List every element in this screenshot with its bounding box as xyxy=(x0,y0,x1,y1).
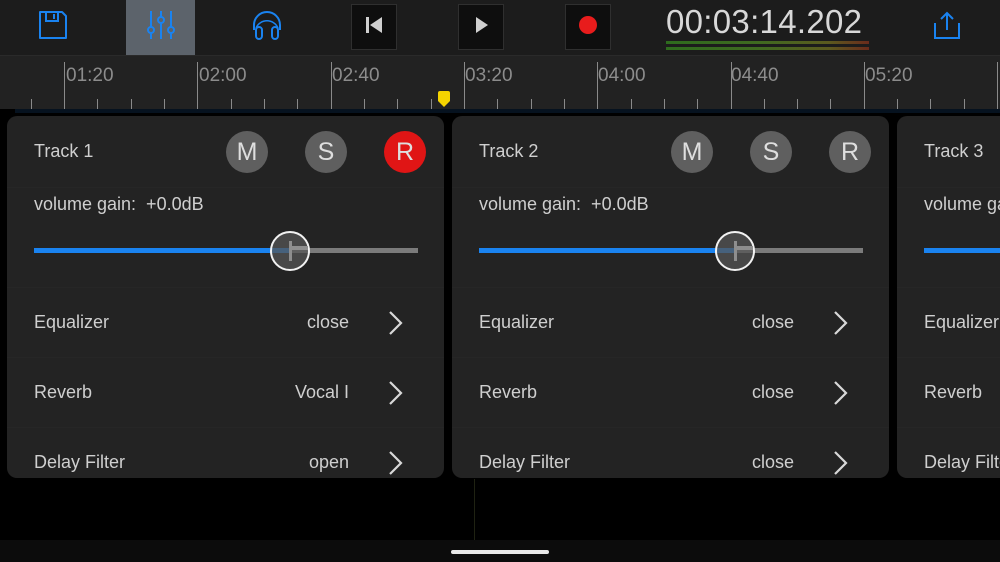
track-header: Track 2 M S R xyxy=(452,116,889,188)
effect-name: Reverb xyxy=(924,382,983,402)
slider-knob[interactable] xyxy=(270,231,311,271)
effect-row-delay-filter[interactable]: Delay Filter open xyxy=(7,428,444,478)
timeline-ruler[interactable]: 01:20 02:00 02:40 03:20 04:00 04:40 05:2… xyxy=(0,55,1000,110)
level-meter-right xyxy=(666,47,869,50)
record-arm-button[interactable]: R xyxy=(384,131,426,173)
ruler-label: 03:20 xyxy=(465,65,513,86)
skip-to-start-button[interactable] xyxy=(351,4,397,50)
effect-value: close xyxy=(751,452,794,472)
chevron-right-icon xyxy=(385,450,407,476)
effect-value: open xyxy=(308,452,349,472)
ruler-major-tick xyxy=(464,62,465,110)
headphones-button[interactable] xyxy=(238,0,296,55)
effect-value: Vocal I xyxy=(294,382,349,402)
volume-gain-section: volume gain xyxy=(897,188,1000,288)
play-icon xyxy=(471,15,491,40)
slider-fill xyxy=(34,248,291,253)
sliders-icon xyxy=(145,9,177,46)
effect-row-equalizer[interactable]: Equalizer close xyxy=(452,288,889,358)
track-panel: Track 2 M S R volume gain: +0.0dB Equali… xyxy=(452,116,889,478)
volume-gain-slider[interactable] xyxy=(34,231,418,271)
slider-fill xyxy=(479,248,736,253)
share-button[interactable] xyxy=(920,0,974,55)
effect-row-equalizer[interactable]: Equalizer close xyxy=(7,288,444,358)
floppy-disk-icon xyxy=(37,9,69,46)
record-icon xyxy=(578,15,598,40)
solo-button[interactable]: S xyxy=(750,131,792,173)
chevron-right-icon xyxy=(830,310,852,336)
ruler-major-tick xyxy=(597,62,598,110)
effect-row-reverb[interactable]: Reverb xyxy=(897,358,1000,428)
effect-name: Delay Filter xyxy=(479,452,571,472)
effect-name: Reverb xyxy=(479,382,538,402)
skip-back-icon xyxy=(364,15,384,40)
track-divider xyxy=(474,479,475,540)
level-meter-left xyxy=(666,41,869,44)
effect-row-reverb[interactable]: Reverb Vocal I xyxy=(7,358,444,428)
effect-name: Delay Filter xyxy=(924,452,1000,472)
volume-gain-label: volume gain: +0.0dB xyxy=(479,194,649,214)
save-button[interactable] xyxy=(25,0,81,55)
home-indicator[interactable] xyxy=(451,550,549,554)
headphones-icon xyxy=(250,8,284,47)
ruler-major-tick xyxy=(197,62,198,110)
effect-row-equalizer[interactable]: Equalizer xyxy=(897,288,1000,358)
track-header: Track 1 M S R xyxy=(7,116,444,188)
volume-gain-label: volume gain: +0.0dB xyxy=(34,194,204,214)
track-header: Track 3 xyxy=(897,116,1000,188)
mute-button[interactable]: M xyxy=(226,131,268,173)
effect-row-delay-filter[interactable]: Delay Filter close xyxy=(452,428,889,478)
ruler-major-tick xyxy=(331,62,332,110)
volume-gain-slider[interactable] xyxy=(479,231,863,271)
record-arm-button[interactable]: R xyxy=(829,131,871,173)
mixer-button[interactable] xyxy=(126,0,195,55)
chevron-right-icon xyxy=(830,380,852,406)
top-toolbar: 00:03:14.202 xyxy=(0,0,1000,55)
effect-row-reverb[interactable]: Reverb close xyxy=(452,358,889,428)
share-upload-icon xyxy=(932,10,962,45)
effect-name: Reverb xyxy=(34,382,93,402)
ruler-major-tick xyxy=(731,62,732,110)
effect-value: close xyxy=(751,312,794,332)
play-button[interactable] xyxy=(458,4,504,50)
ruler-major-tick xyxy=(997,62,998,110)
chevron-right-icon xyxy=(385,380,407,406)
effect-value: close xyxy=(751,382,794,402)
effect-name: Delay Filter xyxy=(34,452,126,472)
volume-gain-section: volume gain: +0.0dB xyxy=(7,188,444,288)
volume-gain-slider[interactable] xyxy=(924,236,1000,266)
volume-gain-section: volume gain: +0.0dB xyxy=(452,188,889,288)
ruler-label: 02:40 xyxy=(332,65,380,86)
volume-gain-label: volume gain xyxy=(924,194,1000,214)
ruler-label: 02:00 xyxy=(199,65,247,86)
timecode-display: 00:03:14.202 xyxy=(666,3,863,40)
track-panel: Track 1 M S R volume gain: +0.0dB Equali… xyxy=(7,116,444,478)
chevron-right-icon xyxy=(385,310,407,336)
effect-row-delay-filter[interactable]: Delay Filter xyxy=(897,428,1000,478)
effect-name: Equalizer xyxy=(924,312,1000,332)
effect-value: close xyxy=(306,312,349,332)
ruler-label: 04:40 xyxy=(731,65,779,86)
effect-name: Equalizer xyxy=(479,312,555,332)
track-title: Track 3 xyxy=(924,141,984,161)
track-title: Track 2 xyxy=(479,141,539,161)
chevron-right-icon xyxy=(830,450,852,476)
mute-button[interactable]: M xyxy=(671,131,713,173)
ruler-label: 05:20 xyxy=(865,65,913,86)
slider-fill xyxy=(924,248,1000,253)
effect-name: Equalizer xyxy=(34,312,110,332)
system-navigation-bar xyxy=(0,540,1000,562)
ruler-label: 01:20 xyxy=(66,65,114,86)
ruler-label: 04:00 xyxy=(598,65,646,86)
slider-knob[interactable] xyxy=(715,231,756,271)
ruler-major-tick xyxy=(64,62,65,110)
waveform-strip xyxy=(15,109,1000,113)
playhead-handle[interactable] xyxy=(437,91,451,107)
solo-button[interactable]: S xyxy=(305,131,347,173)
track-title: Track 1 xyxy=(34,141,94,161)
track-panel: Track 3 volume gain Equalizer Reverb Del… xyxy=(897,116,1000,478)
record-button[interactable] xyxy=(565,4,611,50)
ruler-major-tick xyxy=(864,62,865,110)
